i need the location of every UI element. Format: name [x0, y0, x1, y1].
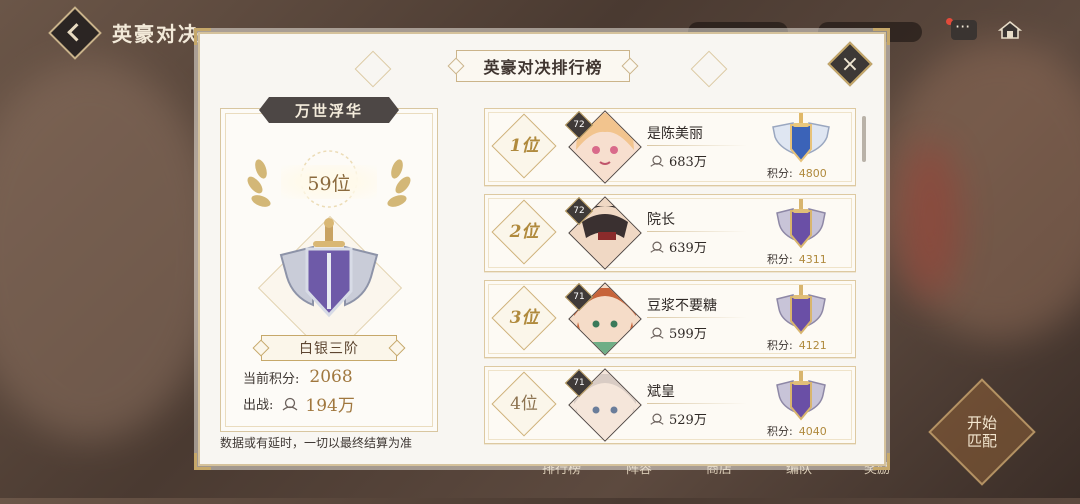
leaderboard-row[interactable]: 1位 72 是陈美丽 683万 积分: 4800 — [484, 108, 856, 186]
rank-number: 2位 — [509, 222, 539, 242]
leaderboard-modal: 英豪对决排行榜 × 万世浮华 59位 白银三阶 当前积分: 2068 出战: 1… — [194, 28, 890, 470]
delay-notice: 数据或有延时，一切以最终结算为准 — [220, 436, 413, 450]
rank-number: 4位 — [510, 394, 538, 414]
row-divider — [647, 403, 747, 404]
background-blur — [900, 140, 960, 300]
level-value: 71 — [573, 378, 585, 388]
back-button[interactable] — [48, 6, 102, 60]
score-row: 积分: 4040 — [767, 423, 827, 439]
title-ornament — [354, 50, 392, 88]
score-label: 积分: — [767, 425, 793, 438]
silver-shield-icon — [279, 218, 379, 318]
score-label: 积分: — [767, 253, 793, 266]
close-button[interactable]: × — [827, 41, 873, 87]
power-row: 683万 — [649, 151, 707, 170]
power-value: 194万 — [305, 396, 355, 416]
page-title: 英豪对决 — [112, 22, 200, 46]
power-value: 599万 — [669, 327, 707, 342]
title-ornament — [690, 50, 728, 88]
score-label: 积分: — [767, 339, 793, 352]
team-icon — [650, 327, 664, 339]
power-value: 529万 — [669, 413, 707, 428]
player-name: 是陈美丽 — [647, 126, 703, 142]
score-value: 4311 — [798, 253, 827, 266]
modal-title-plate: 英豪对决排行榜 — [456, 50, 630, 82]
power-value: 683万 — [669, 155, 707, 170]
level-value: 72 — [573, 120, 585, 130]
power-row: 599万 — [649, 323, 707, 342]
level-value: 71 — [573, 292, 585, 302]
level-value: 72 — [573, 206, 585, 216]
score-row: 积分: 4311 — [767, 251, 827, 267]
team-icon — [650, 155, 664, 167]
rank-number: 3位 — [509, 308, 539, 328]
score-label: 当前积分: — [243, 371, 300, 387]
team-icon — [650, 413, 664, 425]
tier-name: 白银三阶 — [261, 335, 397, 361]
score-value: 2068 — [309, 367, 353, 387]
row-divider — [647, 231, 747, 232]
row-divider — [647, 317, 747, 318]
modal-title: 英豪对决排行榜 — [483, 58, 603, 77]
leaderboard-list[interactable]: 1位 72 是陈美丽 683万 积分: 4800 2位 72 院长 639万 积… — [484, 108, 860, 448]
score-value: 4121 — [798, 339, 827, 352]
corner-ornament — [873, 453, 890, 470]
purple-medal-icon — [776, 371, 826, 421]
leaderboard-row[interactable]: 4位 71 斌皇 529万 积分: 4040 — [484, 366, 856, 444]
power-row: 639万 — [649, 237, 707, 256]
corner-ornament — [873, 28, 890, 45]
power-value: 639万 — [669, 241, 707, 256]
power-row: 529万 — [649, 409, 707, 428]
purple-medal-icon — [776, 285, 826, 335]
list-scrollbar[interactable] — [862, 116, 866, 162]
chat-icon[interactable] — [951, 17, 977, 40]
background-blur — [0, 60, 220, 440]
score-value: 4040 — [798, 425, 827, 438]
home-icon[interactable] — [998, 20, 1022, 40]
row-divider — [647, 145, 747, 146]
leaderboard-row[interactable]: 2位 72 院长 639万 积分: 4311 — [484, 194, 856, 272]
leaderboard-row[interactable]: 3位 71 豆浆不要糖 599万 积分: 4121 — [484, 280, 856, 358]
my-score-row: 当前积分: 2068 — [243, 367, 353, 387]
player-name: 豆浆不要糖 — [647, 298, 717, 314]
power-label: 出战: — [243, 398, 274, 413]
rank-number: 1位 — [509, 136, 539, 156]
close-icon: × — [840, 51, 860, 77]
my-rank-number: 59位 — [281, 165, 377, 199]
score-label: 积分: — [767, 167, 793, 180]
score-value: 4800 — [798, 167, 827, 180]
player-name: 斌皇 — [647, 384, 675, 400]
player-name: 院长 — [647, 212, 675, 228]
corner-ornament — [194, 453, 211, 470]
team-icon — [282, 397, 298, 411]
purple-medal-icon — [776, 199, 826, 249]
season-name: 万世浮华 — [259, 97, 399, 123]
my-power-row: 出战: 194万 — [243, 391, 355, 416]
corner-ornament — [194, 28, 211, 45]
start-match-button[interactable]: 开始 匹配 — [928, 378, 1036, 486]
start-match-label: 开始 匹配 — [966, 414, 997, 450]
my-rank-card: 万世浮华 59位 白银三阶 当前积分: 2068 出战: 194万 — [220, 97, 438, 432]
score-row: 积分: 4800 — [767, 165, 827, 181]
score-row: 积分: 4121 — [767, 337, 827, 353]
team-icon — [650, 241, 664, 253]
gold-medal-icon — [772, 113, 830, 163]
